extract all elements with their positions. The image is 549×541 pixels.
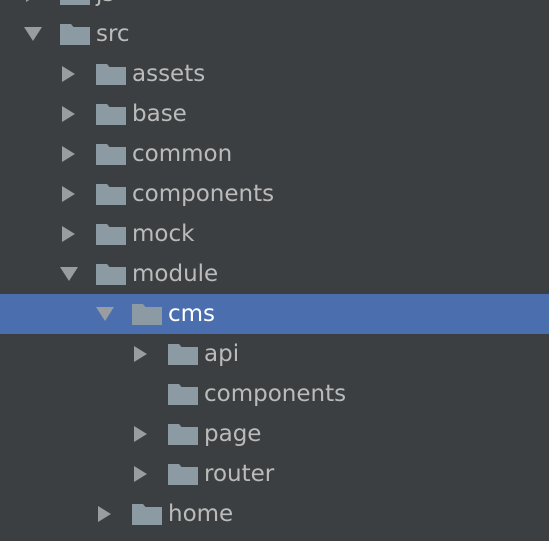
tree-row-js[interactable]: js	[0, 0, 549, 14]
folder-icon	[132, 503, 162, 525]
folder-icon	[60, 0, 90, 5]
tree-row-base[interactable]: base	[0, 94, 549, 134]
collapsed-arrow-icon[interactable]	[60, 174, 80, 214]
folder-icon	[168, 383, 198, 405]
folder-icon	[96, 263, 126, 285]
collapsed-arrow-icon[interactable]	[60, 94, 80, 134]
tree-item-label: home	[168, 501, 234, 527]
tree-row-cms[interactable]: cms	[0, 294, 549, 334]
collapsed-arrow-icon[interactable]	[132, 334, 152, 374]
tree-item-label: common	[132, 141, 233, 167]
collapsed-arrow-icon[interactable]	[132, 414, 152, 454]
folder-icon	[96, 183, 126, 205]
collapsed-arrow-icon[interactable]	[60, 54, 80, 94]
tree-item-label: js	[96, 0, 114, 14]
collapsed-arrow-icon[interactable]	[60, 134, 80, 174]
folder-icon	[168, 423, 198, 445]
tree-row-page[interactable]: page	[0, 414, 549, 454]
tree-row-common[interactable]: common	[0, 134, 549, 174]
expanded-arrow-icon[interactable]	[24, 14, 44, 54]
collapsed-arrow-icon[interactable]	[24, 0, 44, 14]
project-tree: js src assets base common components moc…	[0, 0, 549, 541]
folder-icon	[96, 223, 126, 245]
tree-item-label: module	[132, 261, 219, 287]
tree-row-mock[interactable]: mock	[0, 214, 549, 254]
tree-row-api[interactable]: api	[0, 334, 549, 374]
folder-icon	[96, 103, 126, 125]
tree-item-label: base	[132, 101, 187, 127]
expanded-arrow-icon[interactable]	[96, 294, 116, 334]
folder-icon	[60, 23, 90, 45]
tree-row-assets[interactable]: assets	[0, 54, 549, 94]
collapsed-arrow-icon[interactable]	[60, 214, 80, 254]
folder-icon	[96, 143, 126, 165]
collapsed-arrow-icon[interactable]	[132, 454, 152, 494]
tree-item-label: router	[204, 461, 275, 487]
tree-row-home[interactable]: home	[0, 494, 549, 534]
tree-item-label: assets	[132, 61, 206, 87]
tree-row-src[interactable]: src	[0, 14, 549, 54]
tree-item-label: api	[204, 341, 240, 367]
folder-icon	[168, 463, 198, 485]
tree-row-components-cms[interactable]: components	[0, 374, 549, 414]
tree-row-components[interactable]: components	[0, 174, 549, 214]
folder-icon	[168, 343, 198, 365]
tree-row-module[interactable]: module	[0, 254, 549, 294]
tree-item-label: cms	[168, 301, 216, 327]
tree-item-label: mock	[132, 221, 195, 247]
tree-row-router[interactable]: router	[0, 454, 549, 494]
tree-item-label: components	[132, 181, 275, 207]
collapsed-arrow-icon[interactable]	[96, 494, 116, 534]
tree-item-label: components	[204, 381, 347, 407]
folder-icon	[132, 303, 162, 325]
tree-item-label: page	[204, 421, 262, 447]
expanded-arrow-icon[interactable]	[60, 254, 80, 294]
tree-item-label: src	[96, 21, 130, 47]
folder-icon	[96, 63, 126, 85]
